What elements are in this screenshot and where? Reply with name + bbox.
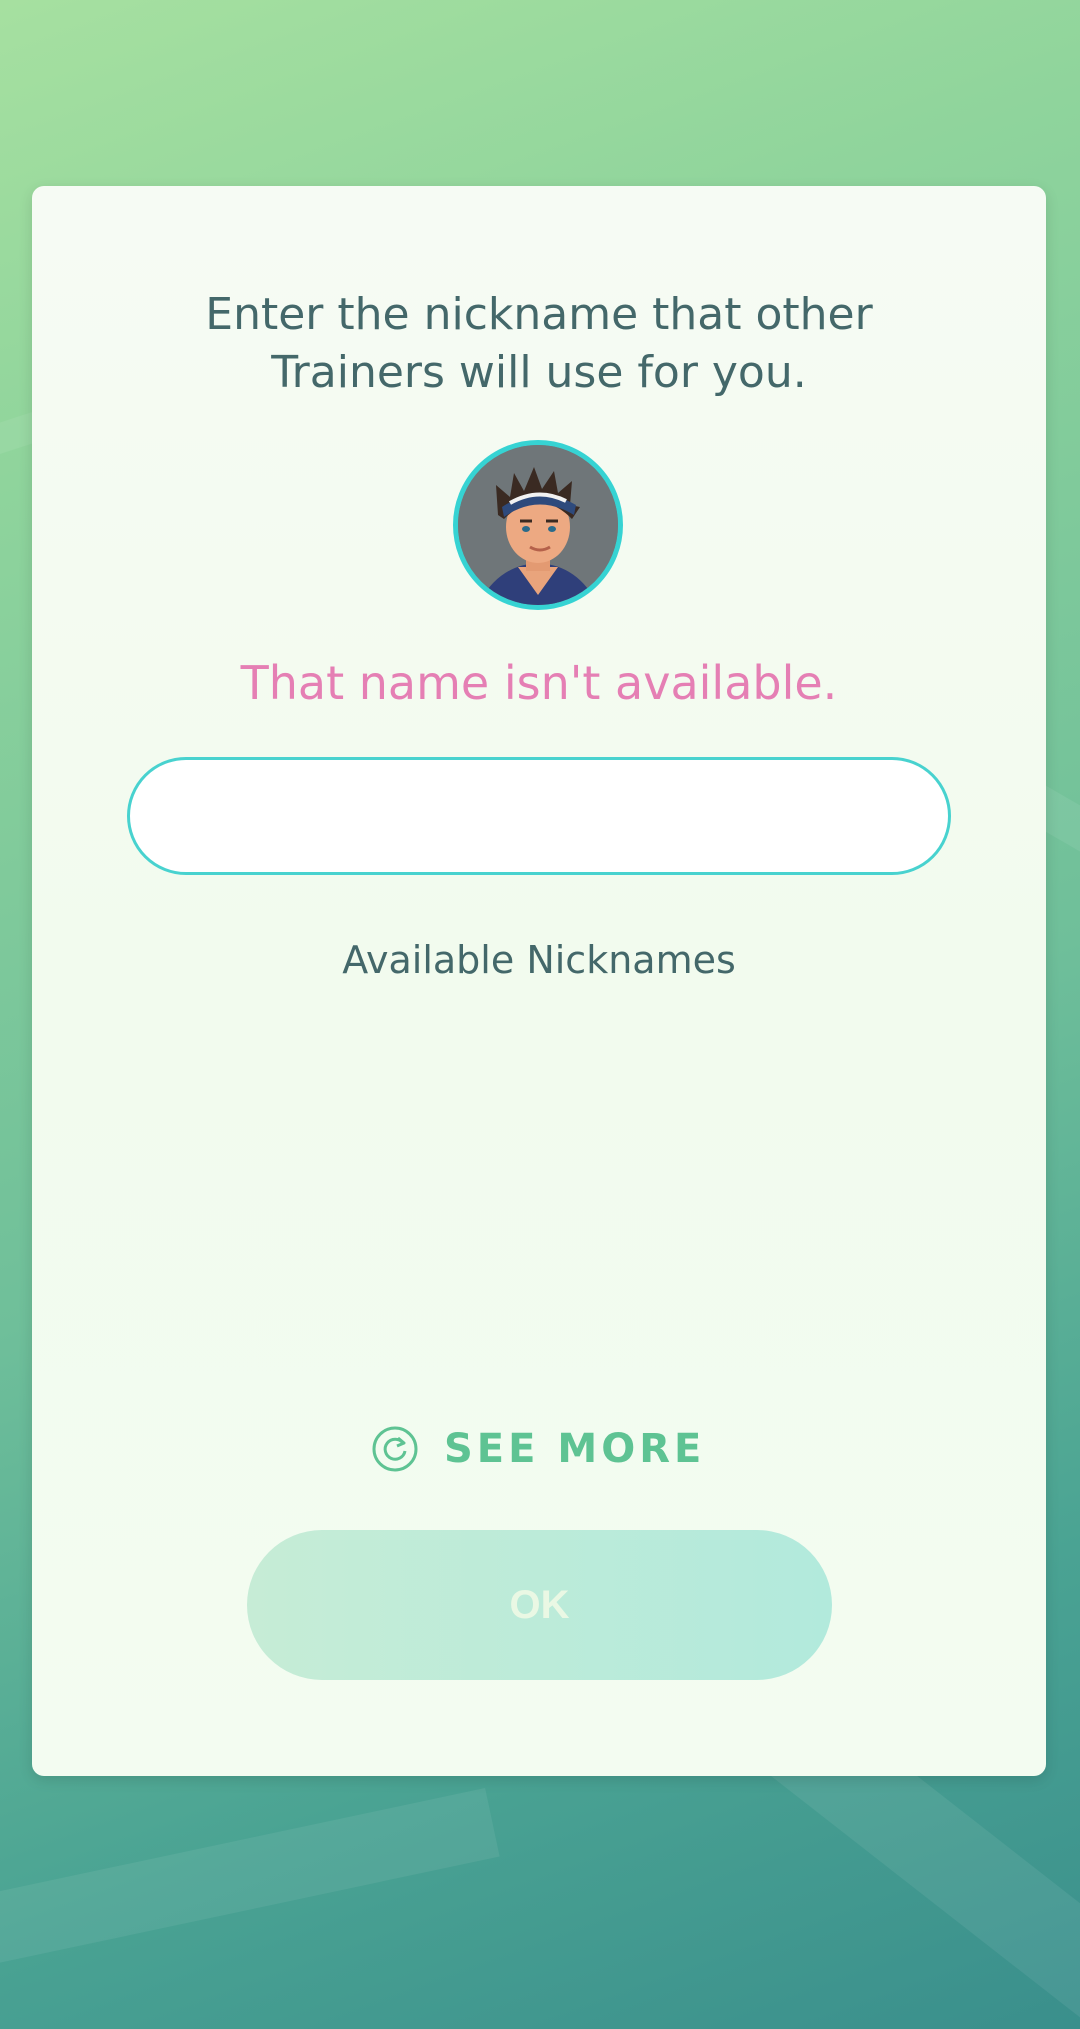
nickname-dialog: Enter the nickname that other Trainers w… [32,186,1046,1776]
nickname-input[interactable] [127,757,951,875]
map-road [0,1787,500,2003]
trainer-avatar [453,440,623,610]
screen: Enter the nickname that other Trainers w… [0,0,1080,2029]
see-more-button[interactable]: SEE MORE [372,1414,705,1484]
ok-label: OK [509,1582,570,1627]
error-message: That name isn't available. [240,656,838,710]
ok-button[interactable]: OK [247,1530,832,1680]
see-more-label: SEE MORE [444,1426,706,1472]
available-nicknames-heading: Available Nicknames [342,938,736,982]
refresh-icon [372,1426,418,1472]
dialog-title: Enter the nickname that other Trainers w… [205,289,873,398]
trainer-avatar-icon [458,445,618,605]
